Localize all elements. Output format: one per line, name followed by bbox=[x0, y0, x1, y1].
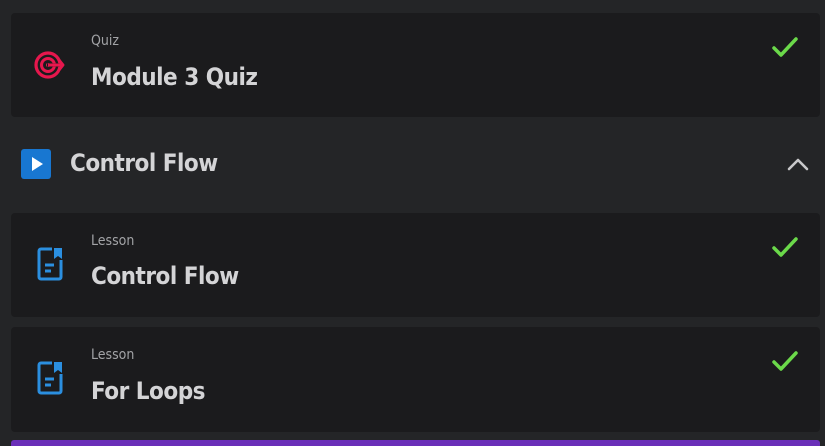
item-type-label: Quiz bbox=[91, 33, 120, 49]
lesson-card[interactable]: Lesson For Loops bbox=[11, 327, 820, 432]
lesson-card[interactable]: Lesson Control Flow bbox=[11, 213, 820, 317]
document-icon bbox=[37, 247, 65, 285]
document-icon bbox=[37, 361, 65, 399]
play-icon bbox=[21, 149, 51, 183]
item-title: For Loops bbox=[91, 377, 206, 405]
check-icon bbox=[771, 235, 799, 263]
item-type-label: Lesson bbox=[91, 347, 135, 363]
item-type-label: Lesson bbox=[91, 233, 135, 249]
check-icon bbox=[771, 349, 799, 377]
chevron-up-icon[interactable] bbox=[786, 156, 810, 176]
next-item-accent-bar bbox=[11, 440, 820, 446]
quiz-card[interactable]: Quiz Module 3 Quiz bbox=[11, 13, 820, 117]
item-title: Module 3 Quiz bbox=[91, 63, 258, 91]
target-icon bbox=[34, 50, 68, 84]
item-title: Control Flow bbox=[91, 262, 239, 290]
section-header[interactable]: Control Flow bbox=[0, 138, 825, 194]
section-title: Control Flow bbox=[70, 149, 218, 177]
check-icon bbox=[771, 35, 799, 63]
